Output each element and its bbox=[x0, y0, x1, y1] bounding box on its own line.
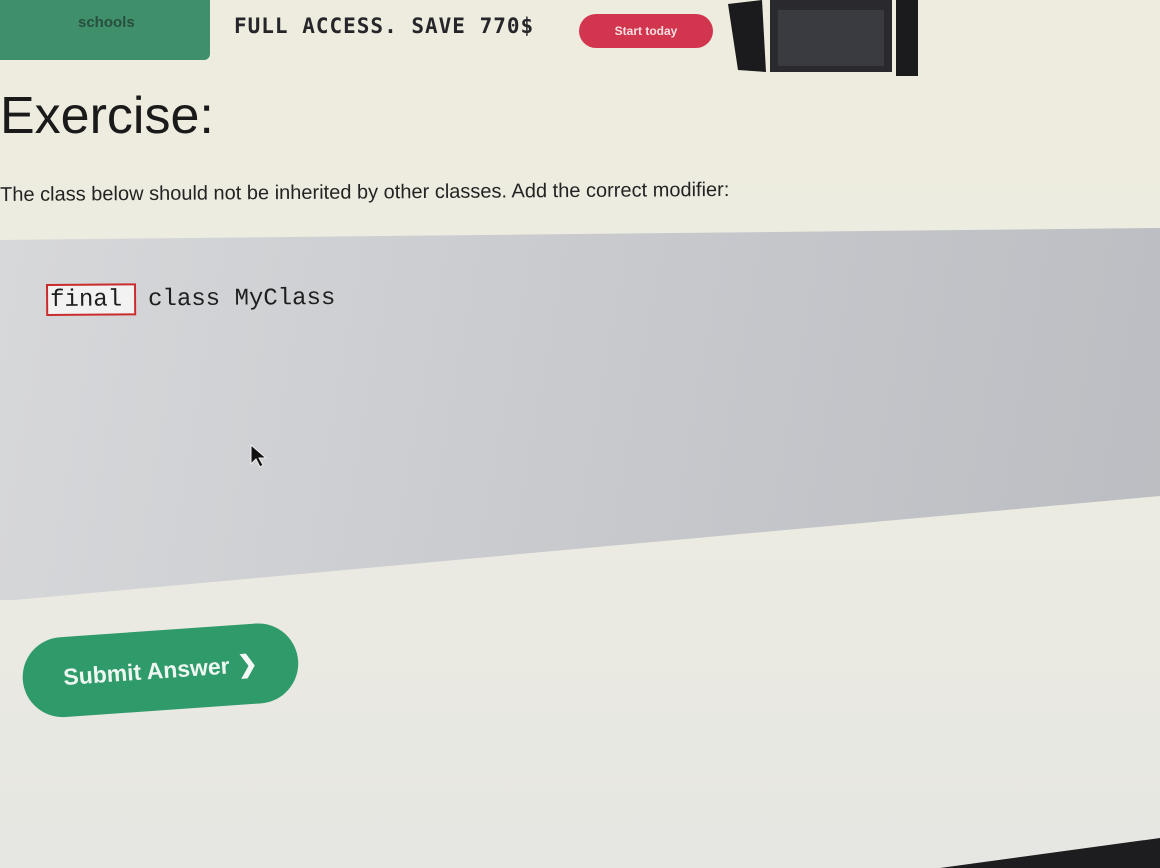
mouse-pointer-icon bbox=[250, 444, 268, 468]
submit-answer-button[interactable]: Submit Answer ❯ bbox=[20, 620, 301, 720]
chevron-right-icon: ❯ bbox=[236, 650, 259, 679]
modifier-input[interactable] bbox=[46, 283, 137, 316]
ad-banner: schools FULL ACCESS. SAVE 770$ Start tod… bbox=[0, 0, 1160, 76]
site-logo-text: schools bbox=[78, 14, 135, 31]
ad-headline: FULL ACCESS. SAVE 770$ bbox=[234, 14, 535, 38]
code-line: class MyClass bbox=[46, 282, 335, 316]
page-title: Exercise: bbox=[0, 87, 214, 145]
submit-answer-label: Submit Answer bbox=[62, 651, 231, 690]
ad-illustration bbox=[728, 0, 918, 76]
site-logo[interactable]: schools bbox=[0, 0, 210, 60]
code-text: class MyClass bbox=[148, 284, 336, 313]
exercise-instruction: The class below should not be inherited … bbox=[0, 178, 730, 206]
start-today-button[interactable]: Start today bbox=[579, 14, 713, 48]
monitor-bezel bbox=[940, 838, 1160, 868]
